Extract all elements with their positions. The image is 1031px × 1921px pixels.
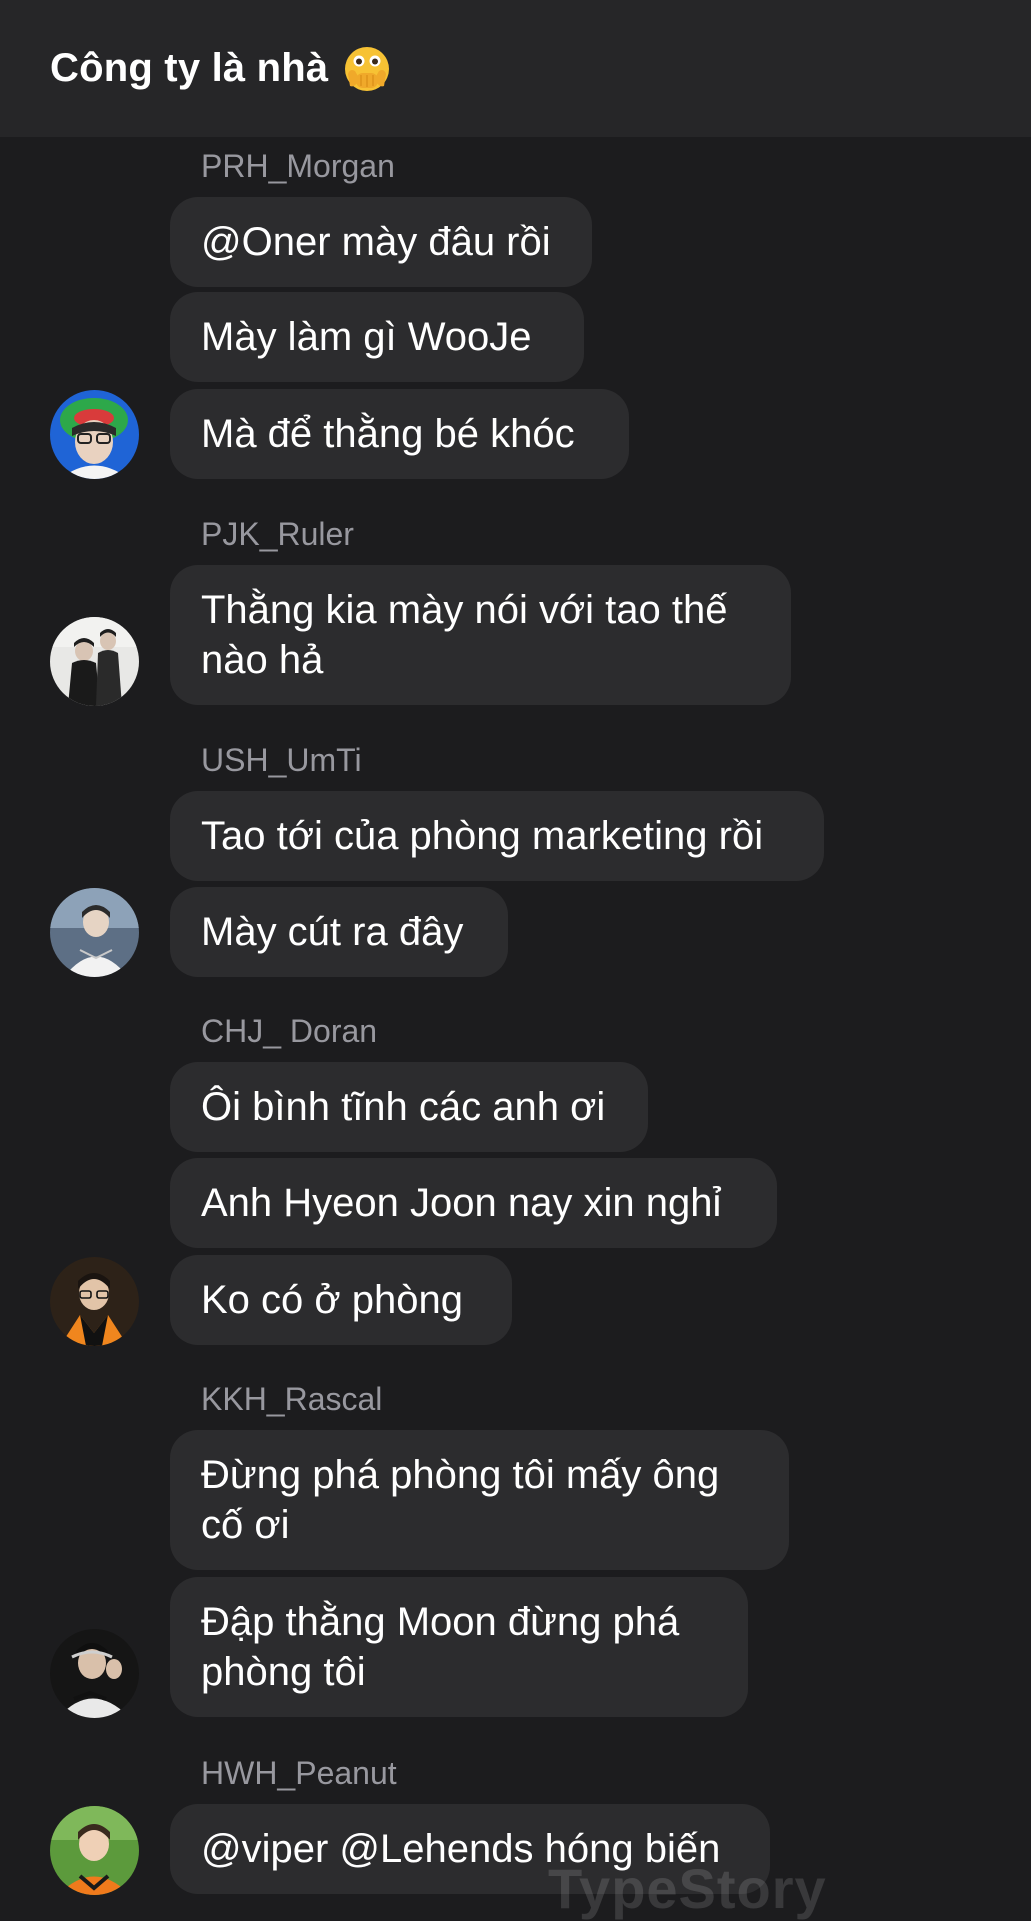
message-bubble[interactable]: Thằng kia mày nói với tao thế nào hả — [170, 565, 791, 705]
message-text: Mày làm gì WooJe — [201, 315, 532, 359]
message-text: Mà để thằng bé khóc — [201, 412, 575, 456]
message-bubble[interactable]: Đập thằng Moon đừng phá phòng tôi — [170, 1577, 748, 1717]
message-text: Ko có ở phòng — [201, 1278, 463, 1322]
avatar[interactable] — [50, 888, 139, 977]
chat-title[interactable]: Công ty là nhà — [50, 46, 328, 91]
sender-name: PJK_Ruler — [201, 516, 354, 552]
avatar[interactable] — [50, 1806, 139, 1895]
sender-name: HWH_Peanut — [201, 1755, 397, 1791]
message-text: @Oner mày đâu rồi — [201, 220, 551, 264]
message-text: Tao tới của phòng marketing rồi — [201, 814, 764, 858]
message-bubble[interactable]: Đừng phá phòng tôi mấy ông cố ơi — [170, 1430, 789, 1570]
message-text: Thằng kia mày nói với tao thế nào hả — [201, 588, 728, 682]
watermark: TypeStory — [548, 1857, 827, 1920]
sender-name: PRH_Morgan — [201, 148, 395, 184]
sender-name: CHJ_ Doran — [201, 1013, 378, 1049]
message-bubble[interactable]: Tao tới của phòng marketing rồi — [170, 791, 824, 881]
message-text: Đập thằng Moon đừng phá phòng tôi — [201, 1600, 680, 1694]
chat-header: Công ty là nhà — [0, 0, 1031, 137]
message-text: Đừng phá phòng tôi mấy ông cố ơi — [201, 1453, 720, 1547]
avatar[interactable] — [50, 1629, 139, 1718]
message-text: Anh Hyeon Joon nay xin nghỉ — [201, 1181, 722, 1225]
message-bubble[interactable]: Mày cút ra đây — [170, 887, 508, 977]
message-bubble[interactable]: Ôi bình tĩnh các anh ơi — [170, 1062, 648, 1152]
message-text: Mày cút ra đây — [201, 910, 464, 954]
message-bubble[interactable]: Anh Hyeon Joon nay xin nghỉ — [170, 1158, 777, 1248]
avatar[interactable] — [50, 1257, 139, 1346]
sender-name: USH_UmTi — [201, 742, 362, 778]
message-text: Ôi bình tĩnh các anh ơi — [201, 1085, 606, 1129]
avatar[interactable] — [50, 617, 139, 706]
face-with-open-eyes-and-hand-over-mouth-icon — [342, 44, 392, 94]
sender-name: KKH_Rascal — [201, 1381, 383, 1417]
message-bubble[interactable]: Mà để thằng bé khóc — [170, 389, 629, 479]
message-bubble[interactable]: Mày làm gì WooJe — [170, 292, 584, 382]
message-bubble[interactable]: Ko có ở phòng — [170, 1255, 512, 1345]
message-bubble[interactable]: @Oner mày đâu rồi — [170, 197, 592, 287]
avatar[interactable] — [50, 390, 139, 479]
